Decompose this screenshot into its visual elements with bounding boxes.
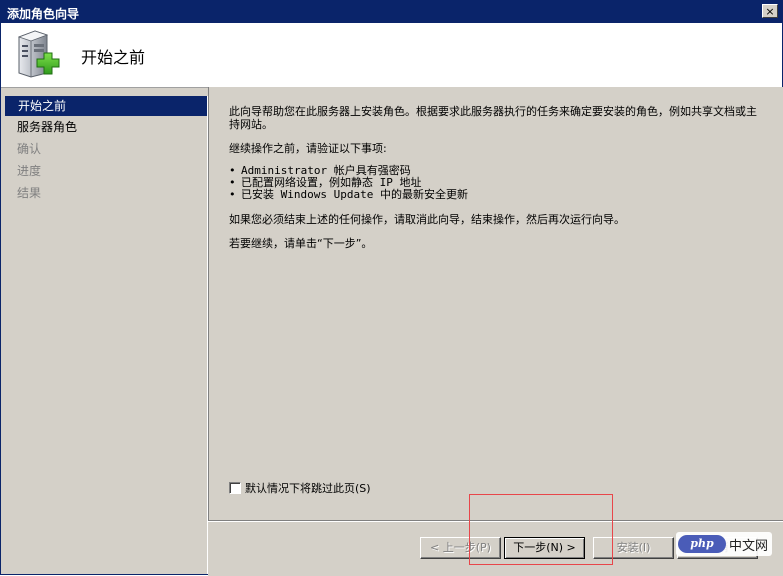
nav-item-confirmation: 确认 — [17, 142, 42, 156]
wizard-header: 开始之前 — [1, 23, 782, 88]
wizard-window: 添加角色向导 × 开始之前 开始之前 服务器角色 确认 进度 结果 此向导帮助您… — [0, 0, 783, 576]
watermark: php 中文网 — [676, 532, 773, 556]
nav-item-server-roles[interactable]: 服务器角色 — [5, 116, 207, 138]
nav-item-results: 结果 — [17, 186, 42, 200]
nav-item-before-you-begin[interactable]: 开始之前 — [5, 96, 207, 116]
title-bar[interactable]: 添加角色向导 × — [1, 1, 782, 23]
watermark-text: 中文网 — [729, 538, 769, 554]
server-add-icon — [17, 30, 60, 78]
window-title: 添加角色向导 — [7, 7, 80, 21]
wizard-content: 此向导帮助您在此服务器上安装角色。根据要求此服务器执行的任务来确定要安装的角色，… — [208, 87, 783, 520]
next-button[interactable]: 下一步(N) > — [504, 537, 585, 559]
previous-button[interactable]: < 上一步(P) — [420, 537, 501, 559]
continue-text: 若要继续，请单击“下一步”。 — [229, 237, 373, 250]
php-logo: php — [678, 535, 726, 553]
checklist-item: • 已安装 Windows Update 中的最新安全更新 — [229, 188, 468, 201]
skip-page-option[interactable]: 默认情况下将跳过此页(S) — [229, 477, 371, 495]
intro-text: 此向导帮助您在此服务器上安装角色。根据要求此服务器执行的任务来确定要安装的角色，… — [229, 105, 757, 131]
nav-item-progress: 进度 — [17, 164, 42, 178]
bullet: • — [229, 188, 236, 201]
instruction-text: 如果您必须结束上述的任何操作，请取消此向导，结束操作，然后再次运行向导。 — [229, 213, 625, 226]
install-button[interactable]: 安装(I) — [593, 537, 674, 559]
skip-page-checkbox[interactable] — [229, 481, 241, 494]
wizard-nav: 开始之前 服务器角色 确认 进度 结果 — [5, 96, 208, 574]
checklist: • Administrator 帐户具有强密码 • 已配置网络设置，例如静态 IP … — [229, 165, 468, 201]
close-button[interactable]: × — [762, 4, 778, 18]
verify-title: 继续操作之前，请验证以下事项: — [229, 142, 387, 155]
page-title: 开始之前 — [81, 48, 146, 67]
skip-page-label[interactable]: 默认情况下将跳过此页(S) — [245, 482, 371, 495]
close-icon: × — [765, 5, 775, 18]
